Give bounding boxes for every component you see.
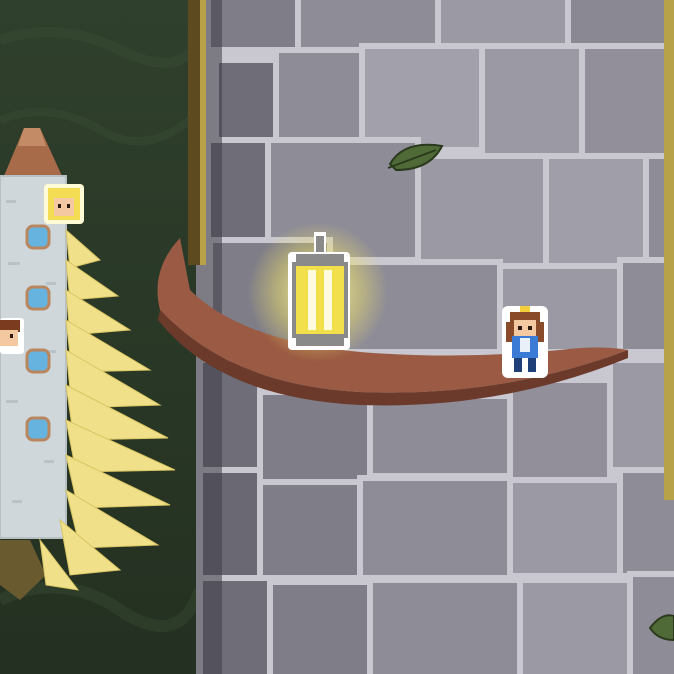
brunette-character-portrait[interactable] (0, 318, 24, 354)
glowing-lantern[interactable] (248, 222, 388, 362)
scene-canvas (0, 0, 674, 674)
blonde-character-portrait[interactable] (44, 184, 84, 224)
game-scene[interactable] (0, 0, 674, 674)
princess-sprite[interactable] (502, 306, 548, 378)
right-post (664, 0, 674, 500)
